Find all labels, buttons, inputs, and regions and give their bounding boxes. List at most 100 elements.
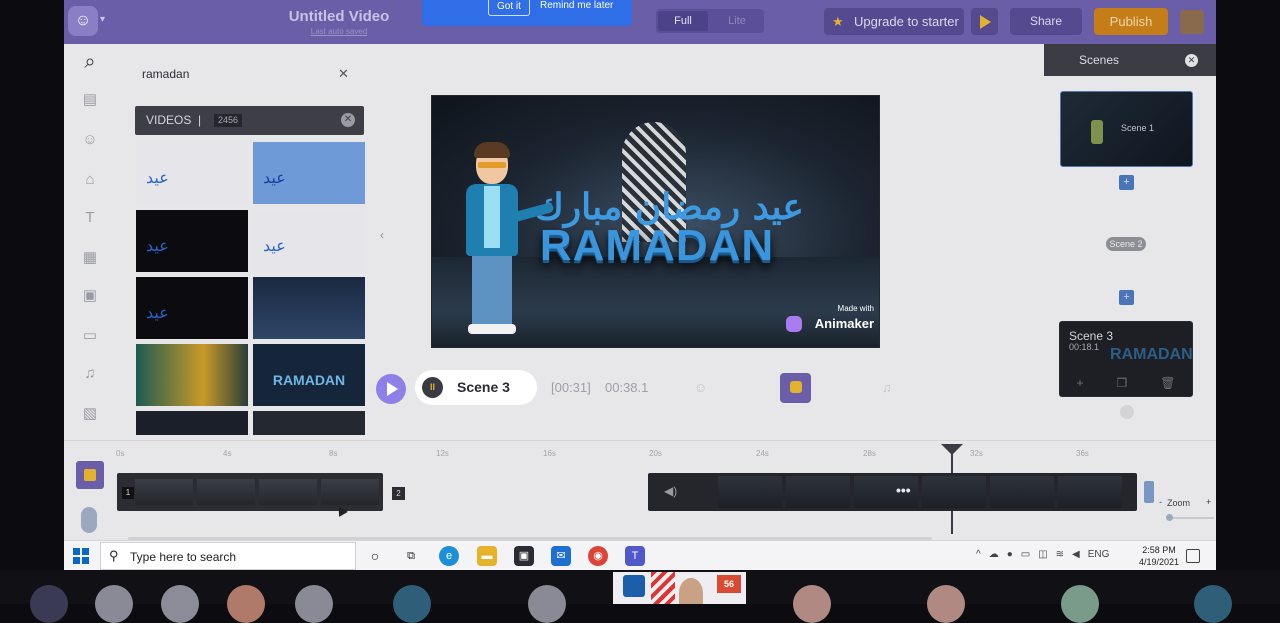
participant-avatar[interactable]: [227, 585, 265, 623]
images-icon[interactable]: ▣: [80, 286, 100, 306]
scene-card-3[interactable]: RAMADAN Scene 3 00:18.1 + ❐ 🗑: [1059, 321, 1193, 397]
participant-avatar[interactable]: [1194, 585, 1232, 623]
participant-avatar[interactable]: [95, 585, 133, 623]
taskbar-search[interactable]: ⚲ Type here to search: [100, 542, 356, 570]
video-thumbnail[interactable]: عيد: [136, 142, 248, 204]
video-thumbnail[interactable]: عيد: [136, 277, 248, 339]
mode-full-button[interactable]: Full: [658, 11, 708, 31]
clock[interactable]: 2:58 PM 4/19/2021: [1134, 544, 1184, 568]
video-track-icon[interactable]: [76, 461, 104, 489]
timeline-clip-2[interactable]: ◀) •••: [648, 473, 1137, 511]
properties-icon[interactable]: ⌂: [80, 170, 100, 190]
music-icon[interactable]: ♫: [80, 364, 100, 384]
video-title[interactable]: Untitled Video: [264, 8, 414, 25]
task-view-icon[interactable]: ⧉: [401, 546, 421, 566]
duplicate-icon[interactable]: ❐: [1116, 376, 1127, 390]
participant-avatar[interactable]: [793, 585, 831, 623]
text-icon[interactable]: T: [80, 208, 100, 228]
upgrade-button[interactable]: ★ Upgrade to starter: [824, 8, 964, 35]
network-icon[interactable]: ◫: [1038, 549, 1047, 560]
display-icon[interactable]: ▭: [1021, 549, 1030, 560]
backgrounds-icon[interactable]: ▦: [80, 248, 100, 268]
pause-icon[interactable]: II: [422, 377, 443, 398]
video-thumbnail[interactable]: عيد: [253, 142, 365, 204]
library-search-input[interactable]: ramadan: [142, 67, 189, 81]
videos-icon[interactable]: ▭: [80, 326, 100, 346]
music-tool-icon[interactable]: ♫: [882, 380, 892, 395]
add-icon[interactable]: +: [1076, 376, 1083, 390]
uploads-icon[interactable]: ▧: [80, 404, 100, 424]
publish-button[interactable]: Publish: [1094, 8, 1168, 35]
cortana-icon[interactable]: ○: [365, 546, 385, 566]
character[interactable]: [462, 142, 555, 336]
windows-start-icon[interactable]: [73, 548, 89, 564]
scene-card-2[interactable]: Scene 2: [1106, 237, 1146, 251]
video-thumbnail[interactable]: [253, 411, 365, 435]
made-with-label: Made with: [837, 304, 874, 313]
play-scene-button[interactable]: [376, 374, 406, 404]
scene-pill[interactable]: II Scene 3: [415, 370, 537, 405]
file-explorer-icon[interactable]: ▬: [477, 546, 497, 566]
participant-avatar[interactable]: [1061, 585, 1099, 623]
search-icon[interactable]: ⌕: [78, 52, 102, 76]
character-tool-icon[interactable]: ☺: [694, 380, 707, 395]
mail-icon[interactable]: ✉: [551, 546, 571, 566]
participant-avatar[interactable]: [30, 585, 68, 623]
video-thumbnail[interactable]: [136, 344, 248, 406]
clip-resize-handle[interactable]: [1144, 481, 1154, 503]
add-scene-button[interactable]: [1120, 405, 1134, 419]
zoom-in-button[interactable]: +: [1206, 497, 1211, 507]
video-tool-button[interactable]: [780, 373, 811, 403]
animaker-logo-icon[interactable]: ☺: [68, 6, 98, 36]
remind-later-button[interactable]: Remind me later: [540, 0, 613, 14]
preview-play-button[interactable]: [971, 8, 998, 35]
video-thumbnail[interactable]: [136, 411, 248, 435]
chevron-down-icon[interactable]: ▾: [100, 14, 105, 25]
wifi-icon[interactable]: ≋: [1056, 549, 1064, 560]
microphone-icon[interactable]: ●: [1007, 549, 1013, 560]
participant-avatar[interactable]: [393, 585, 431, 623]
notifications-icon[interactable]: [1186, 549, 1200, 563]
close-category-icon[interactable]: ✕: [341, 113, 355, 127]
zoom-slider-thumb[interactable]: [1166, 514, 1173, 521]
cloud-icon[interactable]: ☁: [989, 549, 999, 560]
zoom-slider-track[interactable]: [1169, 517, 1214, 519]
share-button[interactable]: Share: [1010, 8, 1082, 35]
participant-avatar[interactable]: [161, 585, 199, 623]
close-scenes-icon[interactable]: ✕: [1185, 54, 1198, 67]
participant-avatar[interactable]: [927, 585, 965, 623]
teams-icon[interactable]: T: [625, 546, 645, 566]
add-scene-button[interactable]: +: [1119, 290, 1134, 305]
chrome-icon[interactable]: ◉: [588, 546, 608, 566]
speaker-icon[interactable]: ◀): [664, 484, 677, 498]
store-icon[interactable]: ▣: [514, 546, 534, 566]
clear-search-icon[interactable]: ✕: [338, 66, 349, 82]
add-scene-button[interactable]: +: [1119, 175, 1134, 190]
characters-icon[interactable]: ☺: [80, 130, 100, 150]
video-thumbnail[interactable]: [253, 277, 365, 339]
language-indicator[interactable]: ENG: [1088, 549, 1110, 560]
user-avatar[interactable]: [1180, 10, 1204, 34]
chevron-up-icon[interactable]: ^: [976, 549, 981, 560]
microphone-icon[interactable]: [81, 507, 97, 533]
video-thumbnail[interactable]: عيد: [136, 210, 248, 272]
got-it-button[interactable]: Got it: [488, 0, 530, 16]
delete-icon[interactable]: 🗑: [1160, 376, 1175, 390]
volume-icon[interactable]: ◀: [1072, 549, 1080, 560]
video-thumbnail[interactable]: RAMADAN: [253, 344, 365, 406]
scene-templates-icon[interactable]: ▤: [80, 90, 100, 110]
ramadan-headline[interactable]: RAMADAN: [492, 221, 822, 271]
more-options-icon[interactable]: •••: [896, 482, 911, 498]
scenes-title: Scenes: [1079, 53, 1120, 67]
video-canvas[interactable]: عيد رمضان مبارك RAMADAN Made with Animak…: [431, 95, 880, 348]
mode-lite-button[interactable]: Lite: [712, 11, 762, 31]
collapse-panel-icon[interactable]: ‹: [380, 228, 384, 242]
participant-avatar[interactable]: [528, 585, 566, 623]
participant-video-tile[interactable]: 56: [613, 572, 746, 604]
zoom-out-button[interactable]: -: [1159, 497, 1162, 507]
participant-avatar[interactable]: [295, 585, 333, 623]
scene-card-1[interactable]: Scene 1: [1060, 91, 1193, 167]
video-thumbnail[interactable]: عيد: [253, 210, 365, 272]
system-tray: ^ ☁ ● ▭ ◫ ≋ ◀ ENG: [976, 549, 1109, 560]
edge-icon[interactable]: e: [439, 546, 459, 566]
